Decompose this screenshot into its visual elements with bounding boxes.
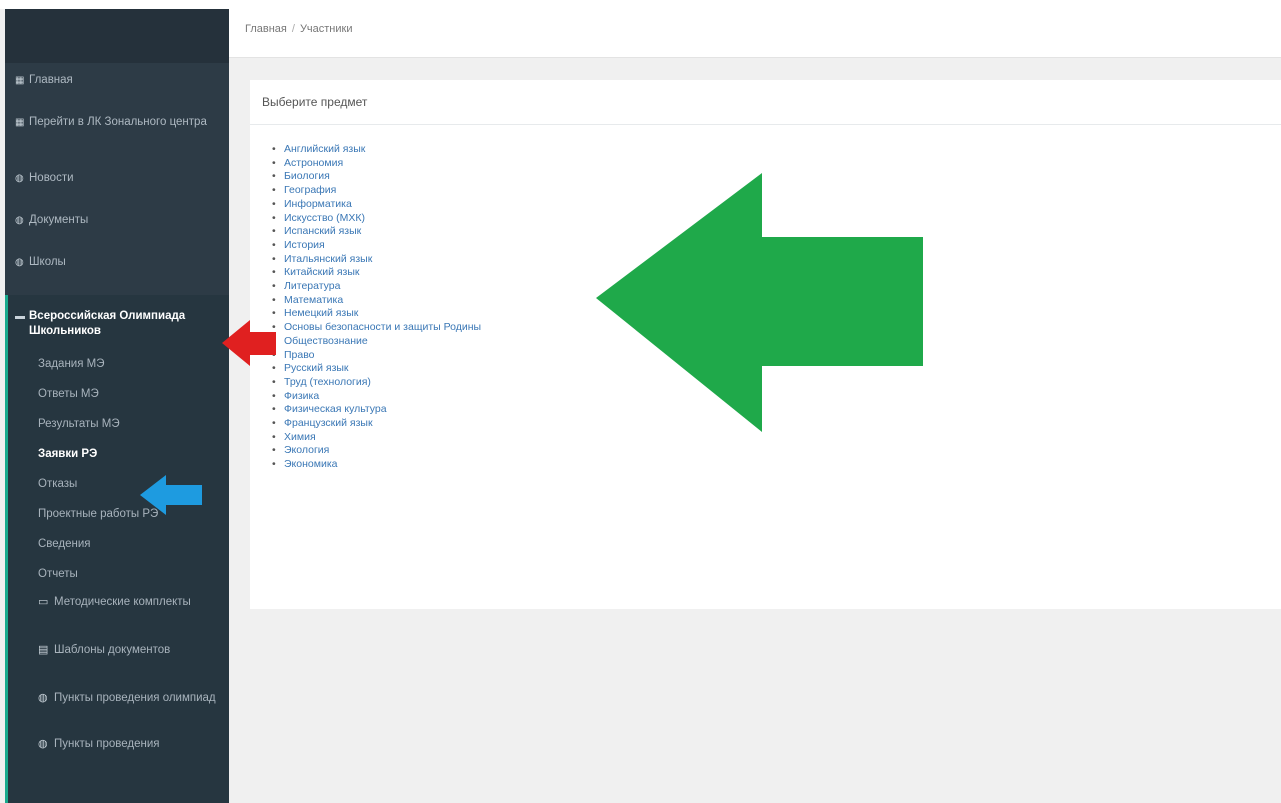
panel-title: Выберите предмет: [250, 80, 1281, 125]
sidebar-subitem-label: Заявки РЭ: [38, 448, 98, 460]
subject-link[interactable]: Экология: [284, 444, 329, 456]
sidebar-item-label: Главная: [29, 74, 73, 86]
grid-icon: ▦: [15, 75, 25, 86]
subject-link[interactable]: История: [284, 239, 325, 251]
sidebar-subitem-templates[interactable]: ▤ Шаблоны документов: [8, 643, 229, 679]
sidebar-section-label: Всероссийская Олимпиада Школьников: [29, 310, 186, 337]
subject-link[interactable]: Французский язык: [284, 417, 373, 429]
monitor-icon: ▭: [38, 596, 49, 608]
sidebar-subitem-label: Ответы МЭ: [38, 388, 99, 400]
sidebar-subitem-label: Пункты проведения: [54, 738, 160, 750]
blue-arrow-annotation: [140, 475, 202, 515]
sidebar-subitem-label: Задания МЭ: [38, 358, 105, 370]
sidebar-subitem-label: Отчеты: [38, 568, 78, 580]
subject-link[interactable]: Испанский язык: [284, 225, 361, 237]
subject-link[interactable]: Экономика: [284, 458, 337, 470]
sidebar-subitem-label: Отказы: [38, 478, 78, 490]
globe-icon: ◍: [38, 738, 48, 750]
subject-link[interactable]: Итальянский язык: [284, 253, 372, 265]
subject-link[interactable]: Информатика: [284, 198, 352, 210]
sidebar: ▦ Главная ▦ Перейти в ЛК Зонального цент…: [5, 9, 229, 803]
subject-link[interactable]: Обществознание: [284, 335, 368, 347]
sidebar-subitem-venues[interactable]: ◍ Пункты проведения олимпиад: [8, 691, 229, 727]
sidebar-subitem-results[interactable]: Результаты МЭ: [8, 417, 229, 435]
sidebar-item-label: Перейти в ЛК Зонального центра: [29, 116, 207, 128]
document-icon: ▤: [38, 644, 49, 656]
globe-icon: ◍: [15, 215, 24, 226]
sidebar-item-news[interactable]: ◍ Новости: [5, 171, 229, 197]
grid-icon: ▦: [15, 117, 25, 128]
sidebar-subitem-label: Сведения: [38, 538, 91, 550]
subject-link[interactable]: Физическая культура: [284, 403, 387, 415]
subject-link[interactable]: Биология: [284, 170, 330, 182]
subject-link[interactable]: Право: [284, 349, 315, 361]
subject-link[interactable]: Основы безопасности и защиты Родины: [284, 321, 481, 333]
breadcrumb-bar: Главная / Участники: [229, 9, 1281, 58]
breadcrumb-separator: /: [291, 23, 295, 35]
red-arrow-annotation: [222, 320, 276, 366]
sidebar-subitem-reports[interactable]: Отчеты: [8, 567, 229, 585]
subject-link[interactable]: Немецкий язык: [284, 307, 358, 319]
globe-icon: ◍: [38, 692, 48, 704]
sidebar-subitem-applications[interactable]: Заявки РЭ: [8, 447, 229, 465]
subject-link[interactable]: Химия: [284, 431, 316, 443]
sidebar-item-label: Новости: [29, 172, 74, 184]
subject-list-item: Астрономия: [284, 157, 1281, 171]
subject-link[interactable]: Искусство (МХК): [284, 212, 365, 224]
subject-link[interactable]: Английский язык: [284, 143, 365, 155]
sidebar-subitem-label: Результаты МЭ: [38, 418, 120, 430]
sidebar-logo-area: [5, 9, 229, 63]
sidebar-subitem-info[interactable]: Сведения: [8, 537, 229, 555]
sidebar-subitem-label: Пункты проведения олимпиад: [54, 692, 216, 704]
sidebar-subitem-label: Методические комплекты: [54, 596, 191, 608]
envelope-icon: ▬: [15, 311, 25, 322]
globe-icon: ◍: [15, 257, 24, 268]
subject-link[interactable]: Астрономия: [284, 157, 343, 169]
sidebar-item-documents[interactable]: ◍ Документы: [5, 213, 229, 239]
subject-list-item: Английский язык: [284, 143, 1281, 157]
breadcrumb: Главная / Участники: [245, 23, 353, 35]
subject-link[interactable]: Физика: [284, 390, 319, 402]
subject-list-item: Экология: [284, 444, 1281, 458]
sidebar-subitem-method-kits[interactable]: ▭ Методические комплекты: [8, 595, 229, 631]
sidebar-item-home[interactable]: ▦ Главная: [5, 73, 229, 99]
subject-link[interactable]: Китайский язык: [284, 266, 360, 278]
subject-link[interactable]: Труд (технология): [284, 376, 371, 388]
green-arrow-shape: [596, 173, 923, 432]
sidebar-section-header[interactable]: ▬ Всероссийская Олимпиада Школьников: [8, 309, 229, 353]
sidebar-item-zonal-center[interactable]: ▦ Перейти в ЛК Зонального центра: [5, 115, 229, 161]
sidebar-item-label: Школы: [29, 256, 66, 268]
breadcrumb-current: Участники: [299, 23, 353, 35]
subject-link[interactable]: Математика: [284, 294, 343, 306]
sidebar-subitem-label: Шаблоны документов: [54, 644, 171, 656]
subject-link[interactable]: География: [284, 184, 336, 196]
sidebar-item-label: Документы: [29, 214, 89, 226]
subject-link[interactable]: Русский язык: [284, 362, 349, 374]
sidebar-item-schools[interactable]: ◍ Школы: [5, 255, 229, 281]
subject-link[interactable]: Литература: [284, 280, 340, 292]
breadcrumb-home-link[interactable]: Главная: [245, 23, 287, 35]
subject-list-item: Экономика: [284, 458, 1281, 472]
blue-arrow-shape: [140, 475, 202, 515]
sidebar-subitem-answers[interactable]: Ответы МЭ: [8, 387, 229, 405]
sidebar-subitem-tasks[interactable]: Задания МЭ: [8, 357, 229, 375]
globe-icon: ◍: [15, 173, 24, 184]
sidebar-section-olympiad: ▬ Всероссийская Олимпиада Школьников Зад…: [5, 295, 229, 803]
sidebar-subitem-venues-2[interactable]: ◍ Пункты проведения: [8, 737, 229, 755]
green-arrow-annotation: [596, 173, 923, 432]
red-arrow-shape: [222, 320, 276, 366]
top-strip: [0, 0, 1281, 9]
sidebar-nav: ▦ Главная ▦ Перейти в ЛК Зонального цент…: [5, 63, 229, 803]
